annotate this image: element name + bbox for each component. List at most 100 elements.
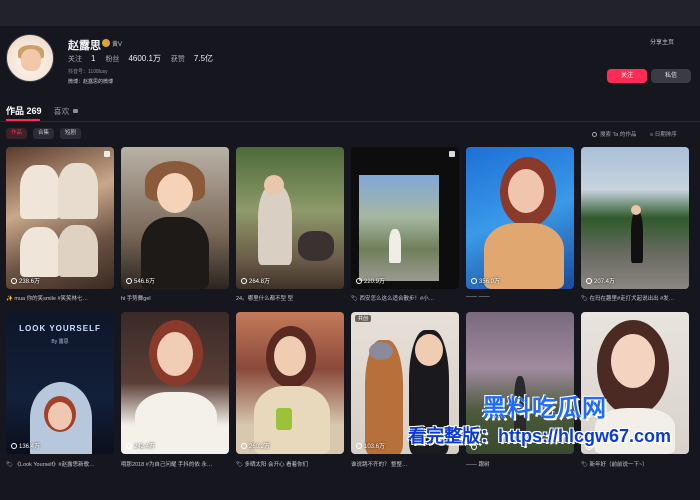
- heart-icon: [11, 442, 17, 449]
- verified-label: 黄V: [112, 42, 123, 48]
- heart-icon: [586, 277, 592, 284]
- play-count-value: 260.2万: [249, 444, 271, 450]
- filter-chip-collections[interactable]: 合集: [33, 128, 55, 139]
- figure-head: [264, 175, 284, 195]
- heart-icon: [241, 442, 247, 449]
- figure-shape: [20, 165, 60, 219]
- video-caption[interactable]: —— 跟树: [466, 460, 576, 468]
- play-count: 264.8万: [241, 276, 270, 285]
- filter-chip-works[interactable]: 作品: [6, 128, 28, 139]
- video-card[interactable]: 220.9万: [351, 147, 459, 289]
- video-caption[interactable]: 哦那2018 #为自己问耀 手抖的依 永…: [121, 460, 231, 468]
- stat-followers-label: 粉丝: [105, 56, 120, 63]
- pin-icon: [449, 151, 455, 157]
- play-count: 136.4万: [11, 441, 40, 450]
- lock-icon: [72, 109, 78, 113]
- tab-divider: [0, 121, 700, 122]
- message-button[interactable]: 私信: [651, 69, 691, 83]
- video-card[interactable]: 546.6万: [121, 147, 229, 289]
- heart-icon: [356, 277, 362, 284]
- play-count: 103.6万: [356, 441, 385, 450]
- watermark-url: 看完整版：https://hlcgw67.com: [408, 426, 672, 446]
- figure-face: [157, 332, 193, 376]
- play-count-value: 207.4万: [594, 279, 616, 285]
- heart-icon: [11, 277, 17, 284]
- video-card[interactable]: 260.2万: [236, 312, 344, 454]
- figure-shape: [258, 185, 292, 265]
- drink-cup: [276, 408, 292, 430]
- video-caption[interactable]: —— ——: [466, 294, 576, 300]
- avatar-face: [21, 49, 41, 71]
- play-count: 546.6万: [126, 276, 155, 285]
- play-count: 242.4万: [126, 441, 155, 450]
- figure-shape: [58, 225, 98, 277]
- top-navigation-bar: [0, 0, 700, 26]
- play-count-value: 356.0万: [479, 279, 501, 285]
- heart-icon: [241, 277, 247, 284]
- heart-icon: [471, 277, 477, 284]
- stat-following-value[interactable]: 1: [91, 54, 95, 63]
- filter-chip-shorts[interactable]: 短剧: [60, 128, 82, 139]
- tab-likes[interactable]: 喜欢: [54, 106, 78, 117]
- play-count: 238.6万: [11, 276, 40, 285]
- video-caption[interactable]: hi 手势舞gel: [121, 294, 231, 302]
- figure-face: [48, 402, 72, 430]
- video-caption[interactable]: 🏷 在玛在趣里#走打犬起说出出 #发…: [581, 294, 691, 302]
- watermark-title: 黑料吃瓜网: [482, 395, 607, 422]
- profile-bio: 微博：赵露思的微博: [68, 79, 114, 85]
- play-count: 356.0万: [471, 276, 500, 285]
- video-caption[interactable]: ✨ mua 你的笑smile #笑笑林七…: [6, 294, 116, 302]
- figure-head: [631, 205, 641, 215]
- play-count: 260.2万: [241, 441, 270, 450]
- verified-icon: [102, 39, 110, 47]
- video-caption[interactable]: 🏷 《Look Yourself》#赵露思新歌…: [6, 460, 116, 468]
- play-count: 220.9万: [356, 276, 385, 285]
- video-caption[interactable]: 谁说跳不齐的？ 整整…: [351, 460, 461, 468]
- play-count-value: 242.4万: [134, 444, 156, 450]
- video-caption[interactable]: 🏷 多晒太阳 会开心 看着你们: [236, 460, 346, 468]
- play-count-value: 136.4万: [19, 444, 41, 450]
- account-id: 抖音号：1108lusy: [68, 69, 108, 75]
- figure-face: [415, 334, 443, 366]
- sort-dropdown[interactable]: ≡ 日期排序: [650, 130, 677, 138]
- play-count-value: 546.6万: [134, 279, 156, 285]
- video-card[interactable]: LOOK YOURSELF By 露思 136.4万: [6, 312, 114, 454]
- search-placeholder: 搜索 Ta 的作品: [600, 132, 637, 138]
- pin-icon: [104, 151, 110, 157]
- avatar[interactable]: [6, 34, 54, 82]
- dog-shape: [298, 231, 334, 261]
- play-count-value: 220.9万: [364, 279, 386, 285]
- video-overlay-title: LOOK YOURSELF: [19, 324, 101, 333]
- video-card[interactable]: 238.6万: [6, 147, 114, 289]
- stat-followers-value[interactable]: 4600.1万: [128, 53, 160, 64]
- tab-likes-label: 喜欢: [53, 107, 70, 116]
- heart-icon: [356, 442, 362, 449]
- heart-icon: [126, 442, 132, 449]
- video-card[interactable]: 207.4万: [581, 147, 689, 289]
- video-inner-frame: [359, 175, 439, 281]
- works-search[interactable]: 搜索 Ta 的作品: [592, 130, 636, 138]
- figure-face: [508, 169, 544, 213]
- figure-shape: [20, 227, 60, 277]
- profile-tabs: 作品 269 喜欢: [6, 104, 78, 117]
- collab-tag: 共创: [355, 315, 372, 322]
- figure-cap: [369, 342, 393, 360]
- stat-likes-value: 7.5亿: [193, 54, 214, 63]
- profile-name: 赵露思: [68, 40, 101, 52]
- share-profile-button[interactable]: 分享主页: [650, 37, 674, 46]
- video-overlay-subtitle: By 露思: [51, 339, 69, 345]
- video-card[interactable]: 356.0万: [466, 147, 574, 289]
- follow-button[interactable]: 关注: [607, 69, 647, 83]
- tab-works[interactable]: 作品 269: [6, 104, 42, 117]
- heart-icon: [126, 277, 132, 284]
- video-caption[interactable]: 🏷 新年好（前前说一下~）: [581, 460, 691, 468]
- stat-likes-label: 获赞: [170, 56, 185, 63]
- video-card[interactable]: 264.8万: [236, 147, 344, 289]
- search-icon: [592, 131, 597, 137]
- sort-label: 日期排序: [654, 132, 677, 138]
- video-caption[interactable]: 24。哪里什么都不型 型: [236, 294, 346, 302]
- figure-shape: [389, 229, 401, 263]
- figure-shape: [631, 211, 643, 263]
- video-card[interactable]: 242.4万: [121, 312, 229, 454]
- video-caption[interactable]: 🏷 西安怎么这么适合散步！#小…: [351, 294, 461, 302]
